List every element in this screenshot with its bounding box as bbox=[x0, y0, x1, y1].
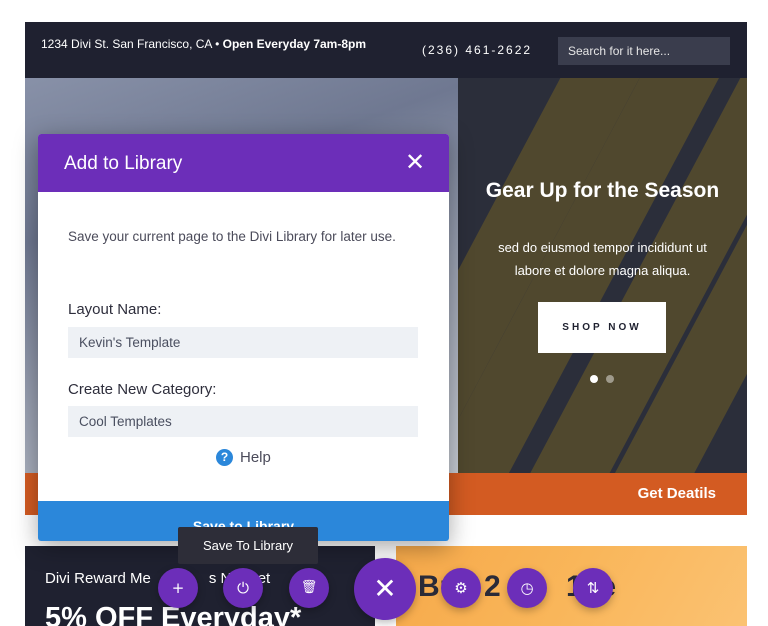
page: 1234 Divi St. San Francisco, CA • Open E… bbox=[0, 0, 768, 626]
history-icon[interactable]: ◷ bbox=[507, 568, 547, 608]
layout-name-label: Layout Name: bbox=[68, 301, 162, 318]
help-link[interactable]: ? Help bbox=[216, 449, 271, 466]
modal-header: Add to Library ✕ bbox=[38, 134, 449, 192]
close-modal-button[interactable]: ✕ bbox=[401, 148, 429, 176]
help-icon: ? bbox=[216, 449, 233, 466]
top-bar: 1234 Divi St. San Francisco, CA • Open E… bbox=[25, 22, 747, 78]
search-input[interactable] bbox=[558, 37, 730, 65]
get-details-link[interactable]: Get Deatils bbox=[638, 485, 716, 502]
promo-heading-part: 2 bbox=[484, 570, 501, 603]
add-to-library-modal: Add to Library ✕ Save your current page … bbox=[38, 134, 449, 541]
modal-description: Save your current page to the Divi Libra… bbox=[68, 229, 396, 244]
save-icon[interactable]: ⏻ bbox=[223, 568, 263, 608]
hours-text: Open Everyday 7am-8pm bbox=[222, 37, 367, 51]
shop-now-button[interactable]: SHOP NOW bbox=[538, 302, 666, 353]
hero-title: Gear Up for the Season bbox=[485, 179, 720, 202]
category-label: Create New Category: bbox=[68, 381, 217, 398]
layout-name-input[interactable] bbox=[68, 327, 418, 358]
modal-title: Add to Library bbox=[64, 153, 183, 174]
portability-icon[interactable]: ⇅ bbox=[573, 568, 613, 608]
close-icon[interactable]: ✕ bbox=[354, 558, 416, 620]
hero-slider: Gear Up for the Season sed do eiusmod te… bbox=[458, 78, 747, 473]
add-icon[interactable]: + bbox=[158, 568, 198, 608]
settings-icon[interactable]: ⚙ bbox=[441, 568, 481, 608]
phone-number[interactable]: (236) 461-2622 bbox=[422, 43, 532, 57]
hero-subtitle: sed do eiusmod tempor incididunt ut labo… bbox=[498, 240, 707, 278]
slider-dot-active[interactable] bbox=[590, 375, 598, 383]
help-label: Help bbox=[240, 449, 271, 466]
address-text: 1234 Divi St. San Francisco, CA • bbox=[41, 37, 220, 51]
category-input[interactable] bbox=[68, 406, 418, 437]
address-line: 1234 Divi St. San Francisco, CA • Open E… bbox=[41, 37, 366, 51]
slider-dot[interactable] bbox=[606, 375, 614, 383]
trash-icon[interactable]: 🗑 bbox=[289, 568, 329, 608]
reward-heading-part: Divi Reward Me bbox=[45, 570, 151, 587]
save-tooltip: Save To Library bbox=[178, 527, 318, 564]
